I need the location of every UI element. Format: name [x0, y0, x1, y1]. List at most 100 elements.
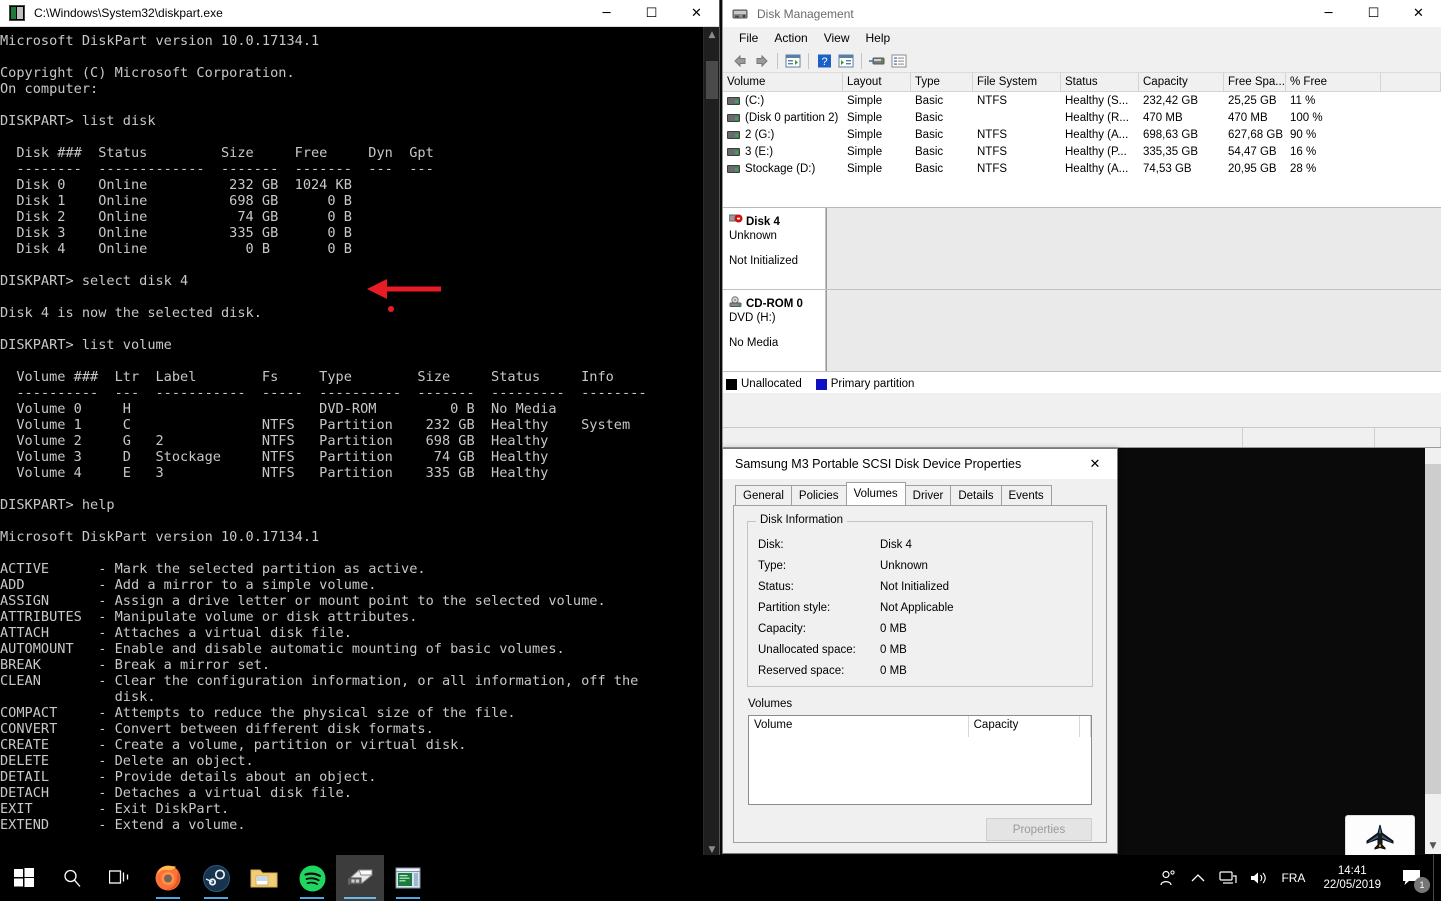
table-row[interactable]: 3 (E:) Simple Basic NTFS Healthy (P... 335,35…	[723, 143, 1441, 160]
firefox-button[interactable]	[144, 855, 192, 901]
steam-icon	[202, 864, 230, 892]
cell-fs: NTFS	[977, 94, 1008, 107]
table-row[interactable]: Stockage (D:) Simple Basic NTFS Healthy (A..…	[723, 160, 1441, 177]
connect-icon[interactable]	[866, 51, 888, 71]
dm-close-button[interactable]: ✕	[1396, 0, 1441, 27]
background-scrollbar-thumb[interactable]	[1425, 464, 1441, 794]
clock[interactable]: 14:41 22/05/2019	[1313, 864, 1391, 892]
console-body[interactable]: Microsoft DiskPart version 10.0.17134.1 …	[0, 27, 719, 858]
info-row: Type: Unknown	[748, 555, 1092, 576]
column-header-layout[interactable]: Layout	[843, 73, 911, 91]
disk-partition-area-disk4[interactable]	[826, 208, 1441, 289]
disk-management-titlebar[interactable]: Disk Management ─ ☐ ✕	[723, 0, 1441, 27]
disk-management-window: Disk Management ─ ☐ ✕ File Action View H…	[722, 0, 1441, 448]
background-scroll-down-icon[interactable]: ▼	[1425, 838, 1441, 854]
diskpart-button[interactable]	[384, 855, 432, 901]
network-icon[interactable]	[1213, 855, 1243, 901]
spotify-button[interactable]	[288, 855, 336, 901]
task-view-button[interactable]	[96, 855, 144, 901]
show-action-pane-icon[interactable]	[835, 51, 857, 71]
language-indicator[interactable]: FRA	[1273, 871, 1313, 885]
column-header-file-system[interactable]: File System	[973, 73, 1061, 91]
task-view-icon	[109, 870, 129, 884]
steam-button[interactable]	[192, 855, 240, 901]
drive-icon	[727, 113, 740, 122]
column-header-percent-free[interactable]: % Free	[1286, 73, 1381, 91]
forward-arrow-icon[interactable]	[751, 51, 773, 71]
dm-minimize-button[interactable]: ─	[1306, 0, 1351, 27]
table-row[interactable]: (Disk 0 partition 2) Simple Basic Healthy (…	[723, 109, 1441, 126]
console-scrollbar[interactable]: ▲ ▼	[703, 27, 719, 858]
volume-name: 3 (E:)	[745, 145, 774, 158]
console-scroll-up-icon[interactable]: ▲	[704, 27, 719, 43]
disk-error-icon	[728, 214, 743, 230]
partition-legend: Unallocated Primary partition	[723, 375, 1441, 393]
chevron-up-icon[interactable]	[1183, 855, 1213, 901]
tab-driver[interactable]: Driver	[904, 485, 952, 505]
properties-list-icon[interactable]	[888, 51, 910, 71]
help-icon[interactable]: ?	[813, 51, 835, 71]
up-level-icon[interactable]	[782, 51, 804, 71]
console-titlebar[interactable]: C:\Windows\System32\diskpart.exe ─ ☐ ✕	[0, 0, 719, 27]
menu-view[interactable]: View	[816, 29, 858, 47]
console-maximize-button[interactable]: ☐	[629, 0, 674, 27]
tab-general[interactable]: General	[735, 485, 792, 505]
toolbar-separator	[861, 52, 862, 69]
action-center-button[interactable]: 1	[1391, 855, 1433, 901]
properties-button[interactable]: Properties	[986, 818, 1092, 841]
start-button[interactable]	[0, 855, 48, 901]
disk-information-group: Disk Information Disk: Disk 4 Type: Unknown…	[747, 514, 1093, 687]
disk-row-cdrom0[interactable]: CD-ROM 0 DVD (H:) No Media	[723, 290, 1441, 372]
console-close-button[interactable]: ✕	[674, 0, 719, 27]
speaker-icon[interactable]	[1243, 855, 1273, 901]
tab-policies[interactable]: Policies	[790, 485, 847, 505]
info-value: Not Initialized	[880, 580, 950, 593]
file-explorer-button[interactable]	[240, 855, 288, 901]
column-header-capacity[interactable]: Capacity	[1139, 73, 1224, 91]
volumes-tab-panel: Disk Information Disk: Disk 4 Type: Unknown…	[733, 505, 1107, 843]
volumes-listbox[interactable]: Volume Capacity	[748, 715, 1092, 805]
column-header-free-space[interactable]: Free Spa...	[1224, 73, 1286, 91]
properties-dialog-title: Samsung M3 Portable SCSI Disk Device Pro…	[735, 457, 1022, 471]
volumes-column-volume[interactable]: Volume	[749, 716, 969, 737]
volumes-column-blank[interactable]	[1080, 716, 1091, 737]
volume-list[interactable]: Volume Layout Type File System Status Ca…	[723, 73, 1441, 208]
column-header-status[interactable]: Status	[1061, 73, 1139, 91]
disk-partition-area-cdrom0[interactable]	[826, 290, 1441, 371]
red-annotation-arrow	[367, 279, 441, 312]
tab-details[interactable]: Details	[950, 485, 1002, 505]
cell-type: Basic	[915, 111, 944, 124]
column-header-blank[interactable]	[1381, 73, 1441, 91]
table-row[interactable]: 2 (G:) Simple Basic NTFS Healthy (A... 698,63…	[723, 126, 1441, 143]
jet-plane-icon[interactable]	[1345, 815, 1415, 859]
tab-volumes[interactable]: Volumes	[845, 482, 906, 505]
menu-action[interactable]: Action	[766, 29, 815, 47]
info-label: Reserved space:	[758, 664, 845, 677]
menu-file[interactable]: File	[731, 29, 766, 47]
column-header-volume[interactable]: Volume	[723, 73, 843, 91]
tab-events[interactable]: Events	[1000, 485, 1052, 505]
disk-row-disk4[interactable]: Disk 4 Unknown Not Initialized	[723, 208, 1441, 290]
clock-time: 14:41	[1337, 865, 1367, 877]
back-arrow-icon[interactable]	[729, 51, 751, 71]
cell-status: Healthy (A...	[1065, 128, 1129, 141]
cell-name: Stockage (D:)	[723, 163, 843, 175]
properties-titlebar[interactable]: Samsung M3 Portable SCSI Disk Device Pro…	[723, 449, 1117, 479]
people-icon[interactable]	[1153, 855, 1183, 901]
disk-management-button[interactable]	[336, 855, 384, 901]
console-scrollbar-thumb[interactable]	[706, 61, 718, 99]
menu-help[interactable]: Help	[858, 29, 899, 47]
search-button[interactable]	[48, 855, 96, 901]
background-scrollbar[interactable]: ▼	[1425, 448, 1441, 854]
cell-status: Healthy (P...	[1065, 145, 1127, 158]
table-row[interactable]: (C:) Simple Basic NTFS Healthy (S... 232,42 G…	[723, 92, 1441, 109]
dm-maximize-button[interactable]: ☐	[1351, 0, 1396, 27]
column-header-type[interactable]: Type	[911, 73, 973, 91]
disk-management-menubar: File Action View Help	[723, 27, 1441, 49]
volumes-column-capacity[interactable]: Capacity	[969, 716, 1080, 737]
console-minimize-button[interactable]: ─	[584, 0, 629, 27]
properties-close-button[interactable]: ✕	[1073, 449, 1117, 479]
folder-icon	[250, 869, 278, 888]
info-label: Capacity:	[758, 622, 806, 635]
show-desktop-button[interactable]	[1433, 855, 1441, 901]
